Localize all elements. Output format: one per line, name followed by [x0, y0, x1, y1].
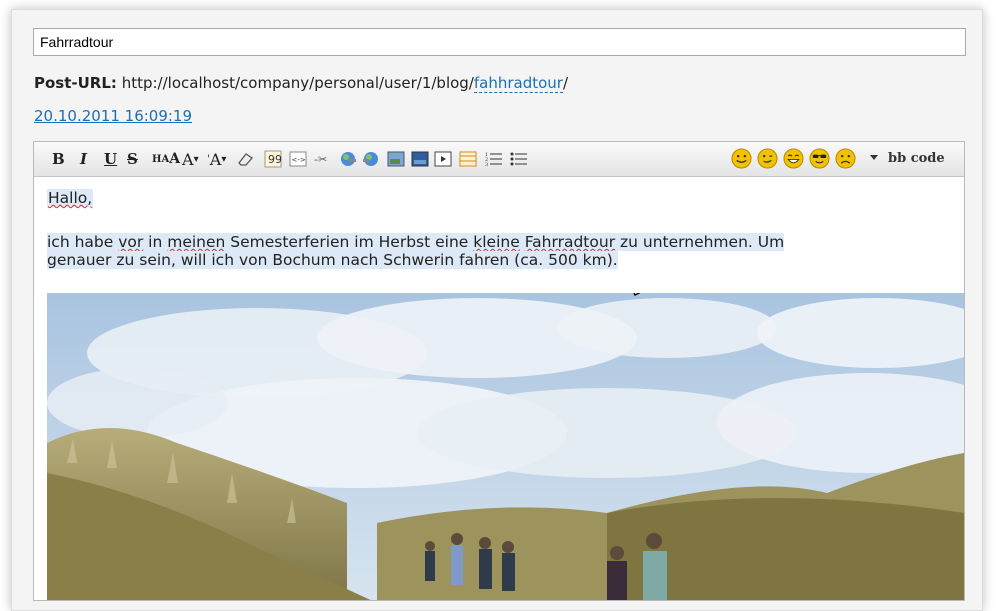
editor-toolbar: B I U S HA A A ▾ ' A ▾ 99 <-> -✂ 1 2 3 b…: [34, 142, 964, 177]
greeting-word: Hallo,: [48, 189, 93, 207]
post-url-label: Post-URL:: [34, 74, 117, 92]
font-face-icon[interactable]: HA A: [152, 148, 180, 170]
bold-icon[interactable]: B: [52, 148, 65, 170]
svg-text:-✂: -✂: [314, 153, 327, 166]
post-title-input[interactable]: [33, 28, 966, 56]
eraser-icon[interactable]: [237, 148, 255, 170]
underline-icon[interactable]: U: [104, 148, 117, 170]
dropdown-icon[interactable]: [870, 155, 878, 160]
rich-text-editor: B I U S HA A A ▾ ' A ▾ 99 <-> -✂ 1 2 3 b…: [33, 141, 965, 601]
smiley-cool-icon[interactable]: [809, 148, 830, 169]
greeting-text: Hallo,: [47, 189, 94, 207]
post-url: Post-URL: http://localhost/company/perso…: [34, 74, 569, 93]
unordered-list-icon[interactable]: [510, 148, 528, 170]
word-kleine: kleine: [473, 233, 520, 251]
cut-icon[interactable]: -✂: [314, 148, 334, 170]
dune-cyclists-photo: [47, 293, 964, 600]
table-icon[interactable]: [459, 148, 477, 170]
mouse-cursor-icon: [633, 293, 640, 296]
svg-text:3: 3: [485, 162, 488, 168]
post-date-link[interactable]: 20.10.2011 16:09:19: [34, 107, 192, 125]
post-url-prefix: http://localhost/company/personal/user/1…: [121, 74, 474, 92]
post-url-suffix: /: [562, 74, 569, 92]
word-meinen: meinen: [167, 233, 226, 251]
font-face-label: A: [169, 151, 181, 167]
text-seg-3: Semesterferien im Herbst eine: [225, 233, 474, 251]
image-icon[interactable]: [387, 148, 405, 170]
quote-icon[interactable]: 99: [264, 148, 282, 170]
text-seg-1: ich habe: [47, 233, 119, 251]
editor-content[interactable]: Hallo, ich habe vor in meinen Semesterfe…: [34, 177, 964, 600]
text-seg-2: in: [143, 233, 168, 251]
word-fahrradtour: Fahrradtour: [524, 233, 616, 251]
smiley-wink-icon[interactable]: [757, 148, 778, 169]
picture-icon[interactable]: [411, 148, 429, 170]
strikethrough-icon[interactable]: S: [127, 148, 138, 170]
word-vor: vor: [118, 233, 144, 251]
smiley-happy-icon[interactable]: [731, 148, 752, 169]
text-line-2: genauer zu sein, will ich von Bochum nac…: [47, 251, 618, 269]
code-icon[interactable]: <->: [289, 148, 307, 170]
text-seg-5: zu unternehmen. Um: [615, 233, 785, 251]
svg-text:<->: <->: [292, 156, 306, 164]
font-color-icon[interactable]: ' A ▾: [207, 148, 226, 170]
smiley-laugh-icon[interactable]: [783, 148, 804, 169]
post-url-slug[interactable]: fahhradtour: [473, 74, 563, 93]
body-paragraph: ich habe vor in meinen Semesterferien im…: [47, 233, 937, 269]
bbcode-button[interactable]: bb code: [888, 151, 945, 166]
unlink-icon[interactable]: [362, 148, 380, 170]
svg-text:99: 99: [268, 153, 282, 166]
font-color-label: A: [209, 149, 222, 169]
link-icon[interactable]: [339, 148, 357, 170]
italic-icon[interactable]: I: [80, 148, 87, 170]
embedded-photo[interactable]: [47, 293, 964, 600]
ordered-list-icon[interactable]: 123: [485, 148, 503, 170]
font-size-label: A: [182, 149, 194, 169]
font-size-icon[interactable]: A ▾: [182, 148, 199, 170]
smiley-sad-icon[interactable]: [835, 148, 856, 169]
video-icon[interactable]: [434, 148, 452, 170]
